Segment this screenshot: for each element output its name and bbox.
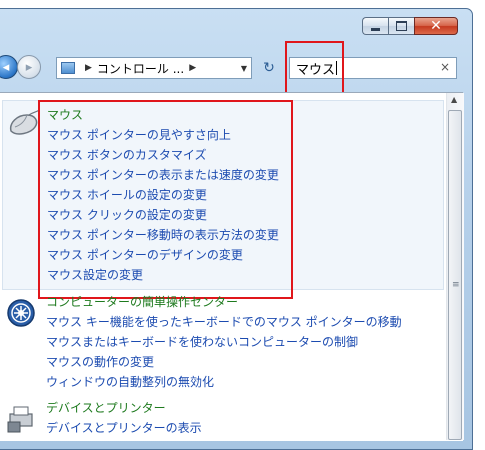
scrollbar-thumb[interactable]: ≡	[448, 110, 462, 440]
mouse-icon	[9, 109, 40, 135]
control-panel-icon	[61, 62, 75, 74]
address-bar[interactable]: ▶ コントロール ... ▶ ▼	[56, 57, 252, 79]
vertical-scrollbar[interactable]: ▲ ≡	[446, 93, 464, 440]
link-view-devices[interactable]: デバイスとプリンターの表示	[46, 418, 202, 438]
printer-icon	[7, 406, 33, 433]
breadcrumb-control-panel[interactable]: コントロール ...	[97, 60, 184, 77]
result-group-devices: デバイスとプリンター デバイスとプリンターの表示	[2, 398, 444, 442]
close-button[interactable]: ✕	[414, 17, 458, 35]
results-highlight-annotation	[38, 100, 293, 299]
link-disable-snap[interactable]: ウィンドウの自動整列の無効化	[46, 372, 402, 392]
group-title-ease[interactable]: コンピューターの簡単操作センター	[46, 292, 402, 312]
caption-buttons: ✕	[362, 17, 458, 35]
address-dropdown-icon[interactable]: ▼	[241, 64, 247, 73]
minimize-button[interactable]	[362, 17, 388, 35]
refresh-icon: ↻	[263, 60, 275, 76]
group-title-devices[interactable]: デバイスとプリンター	[46, 398, 202, 418]
maximize-button[interactable]	[388, 17, 414, 35]
grip-icon: ≡	[452, 280, 460, 290]
maximize-icon	[396, 21, 407, 31]
result-group-ease-of-access: コンピューターの簡単操作センター マウス キー機能を使ったキーボードでのマウス …	[2, 292, 444, 392]
ease-links: コンピューターの簡単操作センター マウス キー機能を使ったキーボードでのマウス …	[46, 292, 402, 392]
breadcrumb-chevron-icon[interactable]: ▶	[189, 63, 196, 73]
minimize-icon	[371, 27, 380, 31]
back-arrow-icon: ◂	[2, 59, 10, 75]
scroll-up-icon[interactable]: ▲	[451, 95, 457, 104]
forward-arrow-icon: ▸	[25, 59, 33, 75]
link-no-mouse-keyboard[interactable]: マウスまたはキーボードを使わないコンピューターの制御	[46, 332, 402, 352]
search-highlight-annotation	[285, 41, 344, 95]
refresh-button[interactable]: ↻	[258, 58, 280, 78]
link-mouse-keys[interactable]: マウス キー機能を使ったキーボードでのマウス ポインターの移動	[46, 312, 402, 332]
ease-of-access-icon	[7, 299, 35, 327]
breadcrumb-chevron-icon[interactable]: ▶	[85, 63, 92, 73]
link-mouse-behavior[interactable]: マウスの動作の変更	[46, 352, 402, 372]
clear-search-icon[interactable]: ×	[440, 60, 450, 74]
devices-links: デバイスとプリンター デバイスとプリンターの表示	[46, 398, 202, 438]
forward-button[interactable]: ▸	[17, 55, 41, 79]
